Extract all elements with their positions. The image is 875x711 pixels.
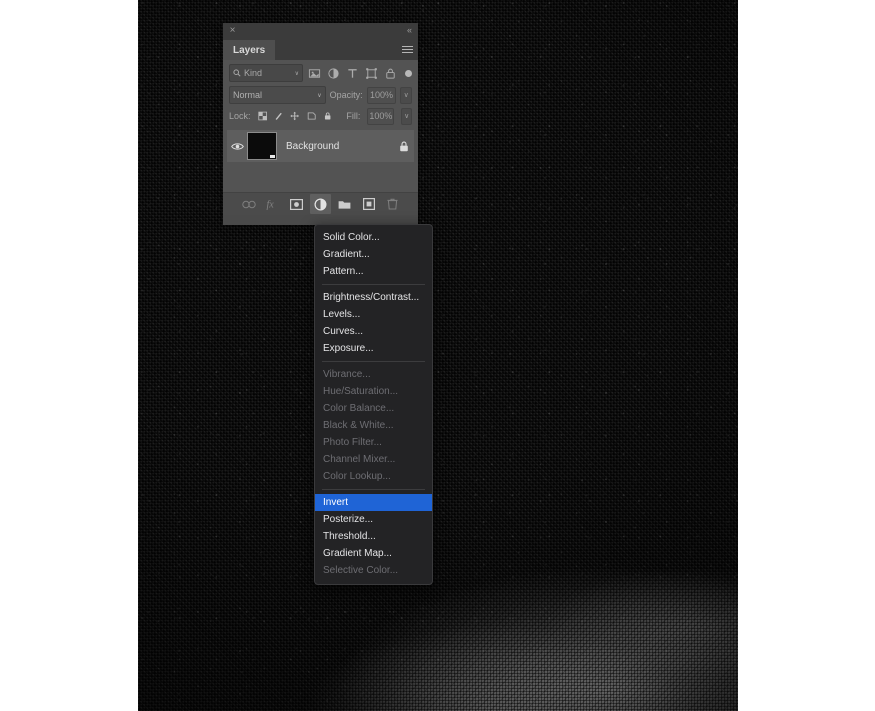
panel-titlebar: × « [223,23,418,40]
menu-separator [322,489,425,490]
menu-item-solid-color[interactable]: Solid Color... [315,229,432,246]
table-row[interactable]: Background [227,130,414,162]
blend-mode-row: Normal ∨ Opacity: 100% ∨ [223,84,418,105]
filter-pixel-icon[interactable] [308,67,321,80]
layer-style-button[interactable]: fx [262,194,283,214]
menu-separator [322,361,425,362]
filter-smart-object-icon[interactable] [384,67,397,80]
layer-filter-row: Kind ∨ [223,60,418,84]
opacity-input[interactable]: 100% [366,86,397,104]
menu-item-invert[interactable]: Invert [315,494,432,511]
layers-panel-footer: fx [223,192,418,215]
fill-stepper[interactable]: ∨ [401,107,412,125]
opacity-label: Opacity: [329,90,363,100]
menu-item-vibrance: Vibrance... [323,369,371,380]
filter-kind-select[interactable]: Kind ∨ [229,64,303,82]
lock-image-pixels-icon[interactable] [274,110,283,122]
menu-item-levels[interactable]: Levels... [315,306,432,323]
menu-item-black-white: Black & White... [323,420,394,431]
panel-menu-icon[interactable] [402,46,413,55]
blend-mode-select[interactable]: Normal ∨ [229,86,326,104]
filter-adjustment-icon[interactable] [327,67,340,80]
link-layers-button[interactable] [238,194,259,214]
menu-item-hue-saturation: Hue/Saturation... [323,386,399,397]
svg-text:fx: fx [267,200,275,211]
menu-separator [322,284,425,285]
mask-icon [290,198,303,210]
layer-locked-icon[interactable] [394,141,414,152]
lock-position-icon[interactable] [290,110,300,122]
menu-item-posterize[interactable]: Posterize... [315,511,432,528]
fx-icon: fx [267,200,275,211]
chevron-down-icon: ∨ [294,70,299,77]
layer-thumbnail[interactable] [247,132,277,160]
lock-label: Lock: [229,111,251,121]
search-icon [233,69,241,77]
menu-item-color-lookup: Color Lookup... [323,471,391,482]
layer-list: Background [223,128,418,192]
tab-row-filler [275,40,418,60]
layer-name-label: Background [286,140,340,152]
link-icon [241,200,256,208]
layer-visibility-toggle[interactable] [227,142,247,151]
panel-body: Kind ∨ Normal ∨ Opacity: 100% ∨ Lock: Fi… [223,60,418,225]
new-layer-button[interactable] [358,194,379,214]
menu-item-curves[interactable]: Curves... [315,323,432,340]
fill-label: Fill: [346,111,361,121]
menu-item-threshold[interactable]: Threshold... [315,528,432,545]
lock-all-icon[interactable] [323,110,332,122]
new-group-button[interactable] [334,194,355,214]
filter-shape-icon[interactable] [365,67,378,80]
opacity-stepper[interactable]: ∨ [400,86,412,104]
lock-row: Lock: Fill: 100% ∨ [223,105,418,128]
layers-panel: × « Layers Kind ∨ Normal ∨ Opacity: 100%… [223,23,418,225]
lock-artboard-nesting-icon[interactable] [307,110,316,122]
menu-item-selective-color: Selective Color... [323,565,399,576]
filter-enable-toggle[interactable] [405,69,412,77]
menu-item-gradient-map[interactable]: Gradient Map... [315,545,432,562]
filter-type-icon[interactable] [346,67,359,80]
new-adjustment-layer-menu: Solid Color... Gradient... Pattern... Brigh… [314,224,433,585]
lock-icon [400,141,408,151]
delete-layer-button[interactable] [382,194,403,214]
close-icon[interactable]: × [228,26,237,36]
lock-transparent-pixels-icon[interactable] [257,110,267,122]
trash-icon [387,198,398,210]
menu-item-gradient[interactable]: Gradient... [315,246,432,263]
collapse-panel-icon[interactable]: « [407,26,412,35]
folder-icon [338,200,351,209]
filter-kind-label: Kind [244,68,263,78]
new-adjustment-layer-button[interactable] [310,194,331,214]
menu-item-channel-mixer: Channel Mixer... [323,454,396,465]
new-layer-icon [362,198,375,210]
eye-icon [230,142,244,150]
menu-item-pattern[interactable]: Pattern... [315,263,432,280]
menu-item-brightness-contrast[interactable]: Brightness/Contrast... [315,289,432,306]
menu-item-color-balance: Color Balance... [323,403,395,414]
menu-item-photo-filter: Photo Filter... [323,437,382,448]
blend-mode-value: Normal [233,90,263,100]
chevron-down-icon: ∨ [317,92,322,99]
menu-item-exposure[interactable]: Exposure... [315,340,432,357]
fill-input[interactable]: 100% [367,107,395,125]
tab-layers[interactable]: Layers [223,40,276,60]
add-layer-mask-button[interactable] [286,194,307,214]
filter-icon-group [308,67,412,80]
panel-tab-row: Layers [223,40,418,60]
adjustment-icon [314,197,327,211]
